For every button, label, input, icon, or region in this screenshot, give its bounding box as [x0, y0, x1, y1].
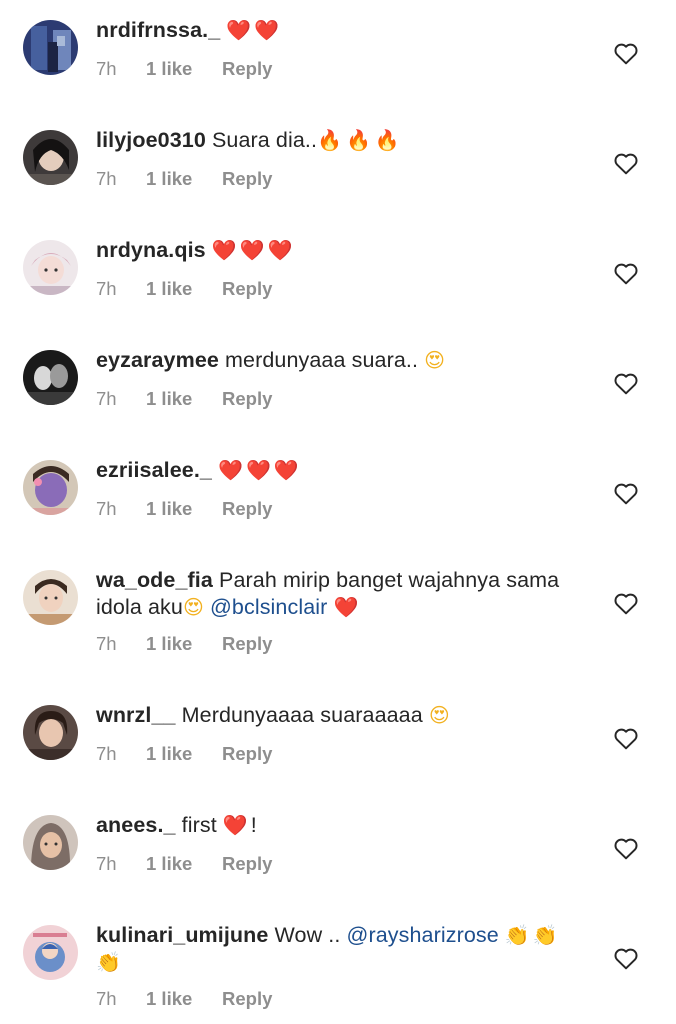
- comment-like-count[interactable]: 1 like: [146, 278, 222, 300]
- reply-button[interactable]: Reply: [222, 58, 272, 80]
- heart-eyes-emoji: 😍: [182, 595, 204, 619]
- comment-like-count[interactable]: 1 like: [146, 58, 222, 80]
- comment-text: nrdyna.qis ❤️❤️❤️: [96, 237, 576, 264]
- mention-link[interactable]: @bclsinclair: [210, 595, 327, 619]
- heart-outline-icon[interactable]: [613, 371, 639, 395]
- reply-button[interactable]: Reply: [222, 988, 272, 1010]
- comments-list: nrdifrnssa._ ❤️❤️ 7h 1 like Reply lilyjoe0…: [0, 0, 676, 1024]
- reply-button[interactable]: Reply: [222, 743, 272, 765]
- comment-like-count[interactable]: 1 like: [146, 498, 222, 520]
- comment-body-text: Merdunyaaaa suaraaaaa: [181, 703, 423, 727]
- comment-text: anees._ first ❤️!: [96, 812, 576, 839]
- heart-eyes-emoji: 😍: [424, 348, 446, 372]
- avatar[interactable]: [23, 350, 78, 405]
- mention-link[interactable]: @raysharizrose: [347, 923, 499, 947]
- comment-username[interactable]: nrdifrnssa._: [96, 18, 220, 42]
- comment-username[interactable]: kulinari_umijune: [96, 923, 268, 947]
- comment-timestamp: 7h: [96, 168, 117, 189]
- heart-outline-icon[interactable]: [613, 726, 639, 750]
- fire-emoji: 🔥🔥🔥: [317, 128, 404, 152]
- comment-text: wnrzl__ Merdunyaaaa suaraaaaa 😍: [96, 702, 576, 729]
- heart-outline-icon[interactable]: [613, 41, 639, 65]
- comment-like-count[interactable]: 1 like: [146, 743, 222, 765]
- comment-meta: 7h 1 like Reply: [96, 388, 272, 410]
- avatar[interactable]: [23, 130, 78, 185]
- reply-button[interactable]: Reply: [222, 168, 272, 190]
- comment-like-count[interactable]: 1 like: [146, 853, 222, 875]
- heart-emoji: ❤️❤️: [226, 18, 283, 42]
- comment-timestamp: 7h: [96, 58, 117, 79]
- heart-outline-icon[interactable]: [613, 481, 639, 505]
- heart-emoji: ❤️❤️❤️: [211, 238, 296, 262]
- heart-outline-icon[interactable]: [613, 836, 639, 860]
- comment-timestamp: 7h: [96, 743, 117, 764]
- heart-outline-icon[interactable]: [613, 261, 639, 285]
- comment-username[interactable]: wa_ode_fia: [96, 568, 213, 592]
- avatar[interactable]: [23, 460, 78, 515]
- avatar[interactable]: [23, 570, 78, 625]
- comment-body-text: merdunyaaa suara..: [225, 348, 419, 372]
- comment-timestamp: 7h: [96, 498, 117, 519]
- comment-text: nrdifrnssa._ ❤️❤️: [96, 17, 576, 44]
- comment-timestamp: 7h: [96, 278, 117, 299]
- comment-meta: 7h 1 like Reply: [96, 278, 272, 300]
- comment-meta: 7h 1 like Reply: [96, 853, 272, 875]
- heart-emoji: ❤️: [222, 813, 251, 837]
- comment-timestamp: 7h: [96, 853, 117, 874]
- avatar[interactable]: [23, 815, 78, 870]
- reply-button[interactable]: Reply: [222, 853, 272, 875]
- reply-button[interactable]: Reply: [222, 388, 272, 410]
- heart-eyes-emoji: 😍: [428, 703, 450, 727]
- reply-button[interactable]: Reply: [222, 278, 272, 300]
- avatar[interactable]: [23, 20, 78, 75]
- comment-meta: 7h 1 like Reply: [96, 168, 272, 190]
- comment-like-count[interactable]: 1 like: [146, 388, 222, 410]
- comment-like-count[interactable]: 1 like: [146, 633, 222, 655]
- heart-emoji: ❤️❤️❤️: [218, 458, 302, 482]
- comment-username[interactable]: wnrzl__: [96, 703, 176, 727]
- comment-meta: 7h 1 like Reply: [96, 498, 272, 520]
- comment-text: eyzaraymee merdunyaaa suara.. 😍: [96, 347, 576, 374]
- comment-username[interactable]: ezriisalee._: [96, 458, 212, 482]
- comment-meta: 7h 1 like Reply: [96, 633, 272, 655]
- heart-outline-icon[interactable]: [613, 151, 639, 175]
- comment-meta: 7h 1 like Reply: [96, 58, 272, 80]
- comment-like-count[interactable]: 1 like: [146, 168, 222, 190]
- comment-body-text: Wow ..: [274, 923, 341, 947]
- heart-emoji: ❤️: [333, 595, 362, 619]
- comment-timestamp: 7h: [96, 388, 117, 409]
- comment-timestamp: 7h: [96, 988, 117, 1009]
- avatar[interactable]: [23, 705, 78, 760]
- comment-timestamp: 7h: [96, 633, 117, 654]
- heart-outline-icon[interactable]: [613, 946, 639, 970]
- comment-meta: 7h 1 like Reply: [96, 743, 272, 765]
- comment-username[interactable]: eyzaraymee: [96, 348, 219, 372]
- comment-meta: 7h 1 like Reply: [96, 988, 272, 1010]
- comment-body-text: first: [181, 813, 217, 837]
- heart-outline-icon[interactable]: [613, 591, 639, 615]
- reply-button[interactable]: Reply: [222, 633, 272, 655]
- comment-text: lilyjoe0310 Suara dia..🔥🔥🔥: [96, 127, 576, 154]
- comment-username[interactable]: lilyjoe0310: [96, 128, 206, 152]
- comment-text: ezriisalee._ ❤️❤️❤️: [96, 457, 576, 484]
- comment-body-text: Suara dia..: [211, 128, 318, 152]
- avatar[interactable]: [23, 925, 78, 980]
- comment-text: wa_ode_fia Parah mirip banget wajahnya s…: [96, 567, 576, 621]
- comment-username[interactable]: anees._: [96, 813, 176, 837]
- comment-username[interactable]: nrdyna.qis: [96, 238, 206, 262]
- comment-like-count[interactable]: 1 like: [146, 988, 222, 1010]
- comment-text: kulinari_umijune Wow .. @raysharizrose 👏…: [96, 922, 576, 976]
- reply-button[interactable]: Reply: [222, 498, 272, 520]
- comment-body-text: !: [250, 813, 257, 837]
- avatar[interactable]: [23, 240, 78, 295]
